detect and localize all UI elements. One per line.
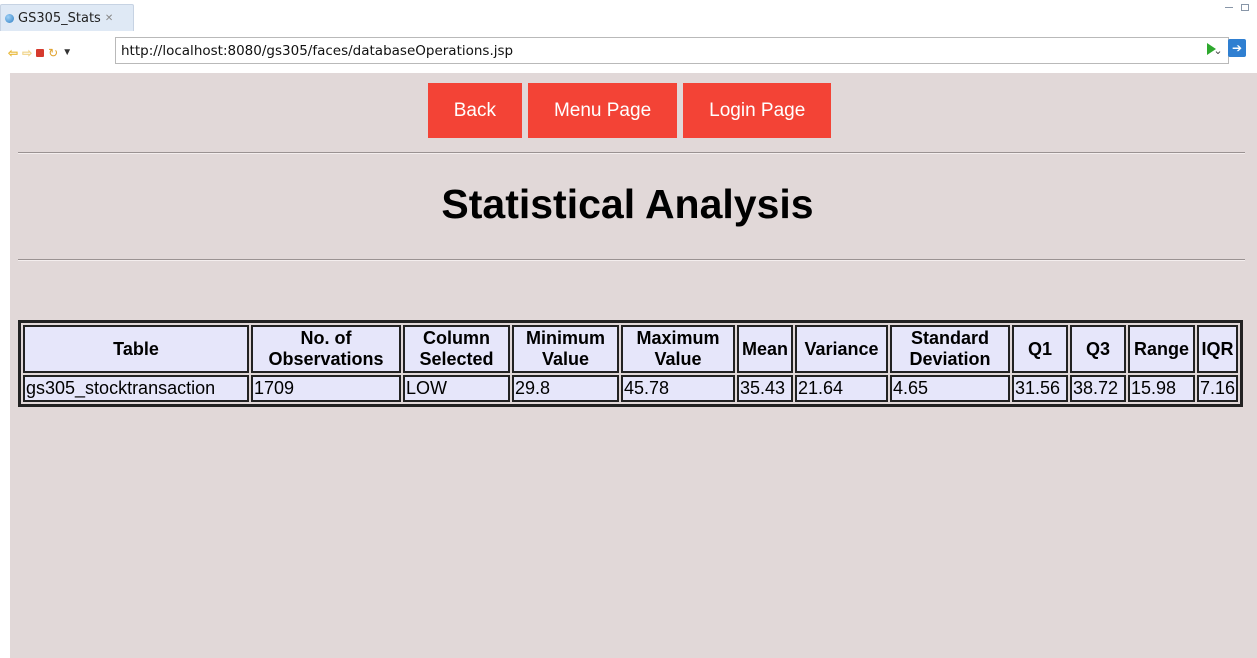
table-cell: 35.43 (737, 375, 793, 402)
table-cell: gs305_stocktransaction (23, 375, 249, 402)
column-header: Minimum Value (512, 325, 619, 373)
maximize-icon[interactable] (1241, 4, 1249, 11)
stop-icon[interactable] (36, 49, 45, 57)
browser-toolbar: ⇦ ⇨ ↻ ▼ http://localhost:8080/gs305/face… (0, 33, 1257, 73)
column-header: No. of Observations (251, 325, 401, 373)
nav-buttons: ⇦ ⇨ ↻ ▼ (0, 47, 116, 59)
table-cell: 38.72 (1070, 375, 1126, 402)
browser-tab[interactable]: GS305_Stats ✕ (0, 4, 134, 31)
tab-title: GS305_Stats (18, 10, 101, 26)
column-header: Mean (737, 325, 793, 373)
page-content: Back Menu Page Login Page Statistical An… (10, 73, 1257, 658)
globe-icon (5, 13, 14, 23)
back-arrow-icon[interactable]: ⇦ (8, 47, 18, 59)
column-header: Standard Deviation (890, 325, 1010, 373)
column-header: Column Selected (403, 325, 510, 373)
column-header: Table (23, 325, 249, 373)
open-external-icon[interactable]: ➔ (1228, 39, 1246, 57)
column-header: Range (1128, 325, 1195, 373)
column-header: Q1 (1012, 325, 1068, 373)
column-header: Maximum Value (621, 325, 735, 373)
table-cell: LOW (403, 375, 510, 402)
table-cell: 15.98 (1128, 375, 1195, 402)
minimize-icon[interactable] (1225, 7, 1233, 9)
dropdown-icon[interactable]: ▼ (62, 47, 72, 59)
forward-arrow-icon[interactable]: ⇨ (22, 47, 32, 59)
table-header-row: Table No. of Observations Column Selecte… (23, 325, 1239, 373)
top-button-row: Back Menu Page Login Page (10, 83, 1257, 138)
divider-top (18, 152, 1245, 154)
table-cell: 45.78 (621, 375, 735, 402)
table-cell: 31.56 (1012, 375, 1068, 402)
table-cell: 7.16 (1197, 375, 1239, 402)
back-button[interactable]: Back (427, 83, 522, 138)
table-cell: 29.8 (512, 375, 619, 402)
page-title: Statistical Analysis (441, 181, 814, 227)
table-cell: 21.64 (795, 375, 888, 402)
login-page-button[interactable]: Login Page (683, 83, 832, 138)
stats-table: Table No. of Observations Column Selecte… (18, 320, 1244, 407)
divider-bottom (18, 259, 1245, 261)
close-icon[interactable]: ✕ (105, 13, 113, 24)
table-row: gs305_stocktransaction 1709 LOW 29.8 45.… (23, 375, 1239, 402)
table-cell: 1709 (251, 375, 401, 402)
column-header: IQR (1197, 325, 1239, 373)
address-bar[interactable]: http://localhost:8080/gs305/faces/databa… (115, 37, 1229, 64)
table-cell: 4.65 (890, 375, 1010, 402)
column-header: Q3 (1070, 325, 1126, 373)
refresh-icon[interactable]: ↻ (48, 47, 58, 59)
go-icon[interactable] (1207, 43, 1216, 55)
column-header: Variance (795, 325, 888, 373)
menu-page-button[interactable]: Menu Page (527, 83, 678, 138)
url-text[interactable]: http://localhost:8080/gs305/faces/databa… (116, 43, 1208, 59)
window-controls (1225, 4, 1249, 11)
stats-table-container: Table No. of Observations Column Selecte… (18, 320, 1244, 407)
editor-tab-bar: GS305_Stats ✕ (0, 0, 1257, 33)
